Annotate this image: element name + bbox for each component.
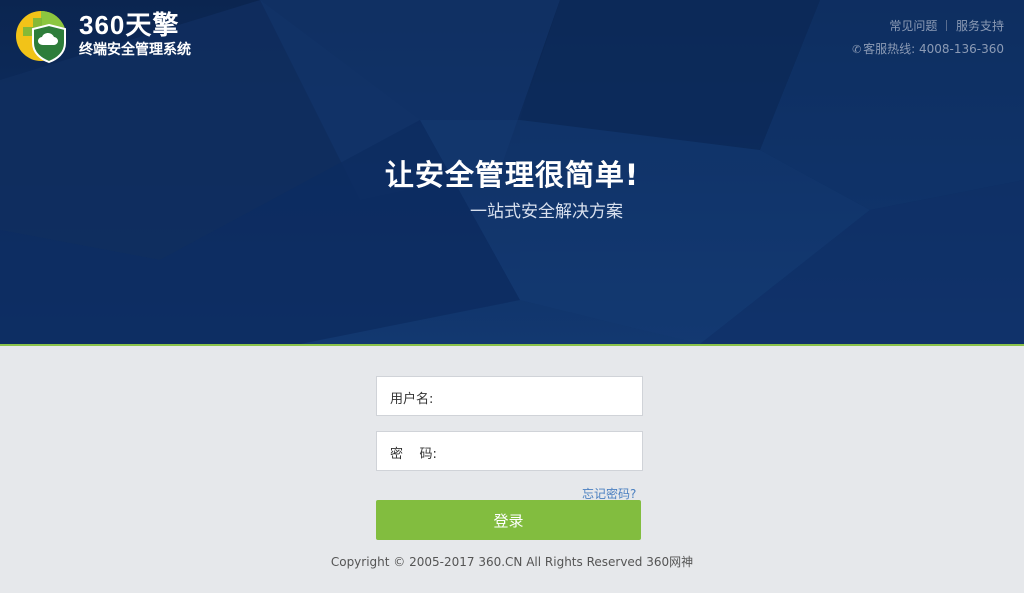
username-input[interactable]	[457, 383, 636, 411]
hotline-label: 客服热线:	[863, 42, 916, 56]
password-field[interactable]: 密 码:	[376, 431, 643, 471]
brand-logo[interactable]: 360天擎 终端安全管理系统	[15, 9, 215, 65]
hotline: ✆ 客服热线: 4008-136-360	[852, 40, 1004, 57]
top-links: 常见问题 服务支持	[889, 17, 1004, 34]
copyright-text: Copyright © 2005-2017 360.CN All Rights …	[330, 555, 694, 569]
username-field[interactable]: 用户名:	[376, 376, 643, 416]
password-label: 密 码:	[390, 447, 437, 462]
login-button[interactable]: 登录	[376, 500, 641, 540]
shield-plus-icon	[16, 11, 66, 64]
hotline-number: 4008-136-360	[918, 42, 1004, 56]
hero-divider	[0, 344, 1024, 346]
hero-slogan: 让安全管理很简单!	[384, 158, 640, 192]
support-link[interactable]: 服务支持	[956, 19, 1004, 33]
link-divider	[946, 20, 948, 31]
hero-tagline: 一站式安全解决方案	[470, 202, 623, 222]
brand-title: 360天擎	[79, 10, 180, 40]
phone-icon: ✆	[852, 43, 862, 56]
brand-subtitle: 终端安全管理系统	[79, 42, 191, 58]
faq-link[interactable]: 常见问题	[889, 19, 937, 33]
hero-banner: 360天擎 终端安全管理系统 常见问题 服务支持 ✆ 客服热线: 4008-136…	[0, 0, 1024, 344]
password-input[interactable]	[457, 438, 636, 466]
username-label: 用户名:	[390, 392, 434, 407]
